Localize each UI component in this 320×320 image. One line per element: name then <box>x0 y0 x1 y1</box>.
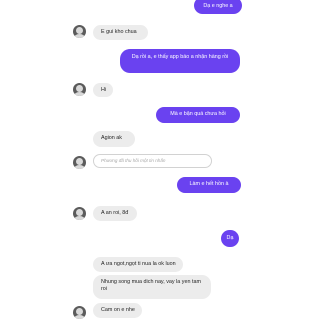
contact-avatar-icon[interactable] <box>73 83 86 96</box>
contact-avatar-icon[interactable] <box>73 25 86 38</box>
recalled-message-notice: Phương đã thu hồi một tin nhắn <box>93 154 212 168</box>
incoming-message-bubble[interactable]: A an roi, 8đ <box>93 206 137 221</box>
contact-avatar-icon[interactable] <box>73 306 86 319</box>
chat-conversation: Dạ e nghe a E gui kho chua Dạ rồi a, e t… <box>0 0 320 320</box>
incoming-message-bubble[interactable]: Nhung song mua dich nay, vay la yen tam … <box>93 275 211 299</box>
outgoing-message-bubble[interactable]: Dạ <box>221 230 239 247</box>
incoming-message-bubble[interactable]: Hi <box>93 83 113 97</box>
incoming-message-bubble[interactable]: E gui kho chua <box>93 25 148 40</box>
outgoing-message-bubble[interactable]: Dạ e nghe a <box>194 0 242 14</box>
contact-avatar-icon[interactable] <box>73 207 86 220</box>
contact-avatar-icon[interactable] <box>73 156 86 169</box>
outgoing-message-bubble[interactable]: Mà e bận quá chưa hỏi <box>156 107 240 123</box>
outgoing-message-bubble[interactable]: Làm e hết hồn à <box>177 177 241 193</box>
incoming-message-bubble[interactable]: A ưa ngot,ngọt ti nua la ok luon <box>93 257 183 272</box>
incoming-message-bubble[interactable]: Cam on e nhe <box>93 303 142 318</box>
incoming-message-bubble[interactable]: Agion ak <box>93 131 135 147</box>
outgoing-message-bubble[interactable]: Dạ rồi a, e thấy app báo a nhận hàng rồi <box>120 49 240 73</box>
